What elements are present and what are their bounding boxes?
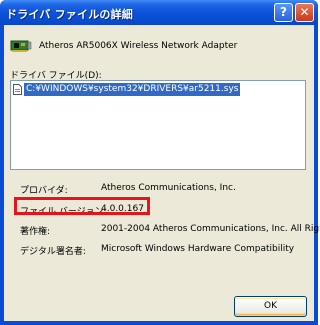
ok-button[interactable]: OK: [234, 296, 307, 317]
driver-file-path: C:¥WINDOWS¥system32¥DRIVERS¥ar5211.sys: [24, 83, 241, 96]
list-item[interactable]: C:¥WINDOWS¥system32¥DRIVERS¥ar5211.sys: [13, 83, 303, 96]
window-title: ドライバ ファイルの詳細: [6, 8, 134, 21]
copyright-label: 著作権:: [20, 227, 51, 237]
help-button[interactable]: ?: [274, 3, 293, 22]
close-button[interactable]: ✕: [295, 3, 314, 22]
driver-file-details-dialog: ドライバ ファイルの詳細 ? ✕ Atheros AR5006X Wireles…: [0, 0, 320, 325]
highlight-box: [14, 197, 150, 215]
dialog-body: Atheros AR5006X Wireless Network Adapter…: [4, 25, 320, 321]
network-adapter-icon: [10, 40, 32, 52]
digital-signer-value: Microsoft Windows Hardware Compatibility: [101, 244, 295, 254]
device-name: Atheros AR5006X Wireless Network Adapter: [39, 41, 238, 51]
provider-value: Atheros Communications, Inc.: [101, 183, 236, 193]
copyright-value: 2001-2004 Atheros Communications, Inc. A…: [101, 224, 320, 234]
provider-label: プロバイダ:: [20, 186, 68, 196]
file-icon: [13, 84, 22, 95]
title-bar[interactable]: ドライバ ファイルの詳細 ? ✕: [0, 0, 318, 25]
digital-signer-label: デジタル署名者:: [20, 247, 86, 257]
driver-files-list[interactable]: C:¥WINDOWS¥system32¥DRIVERS¥ar5211.sys: [10, 80, 306, 170]
